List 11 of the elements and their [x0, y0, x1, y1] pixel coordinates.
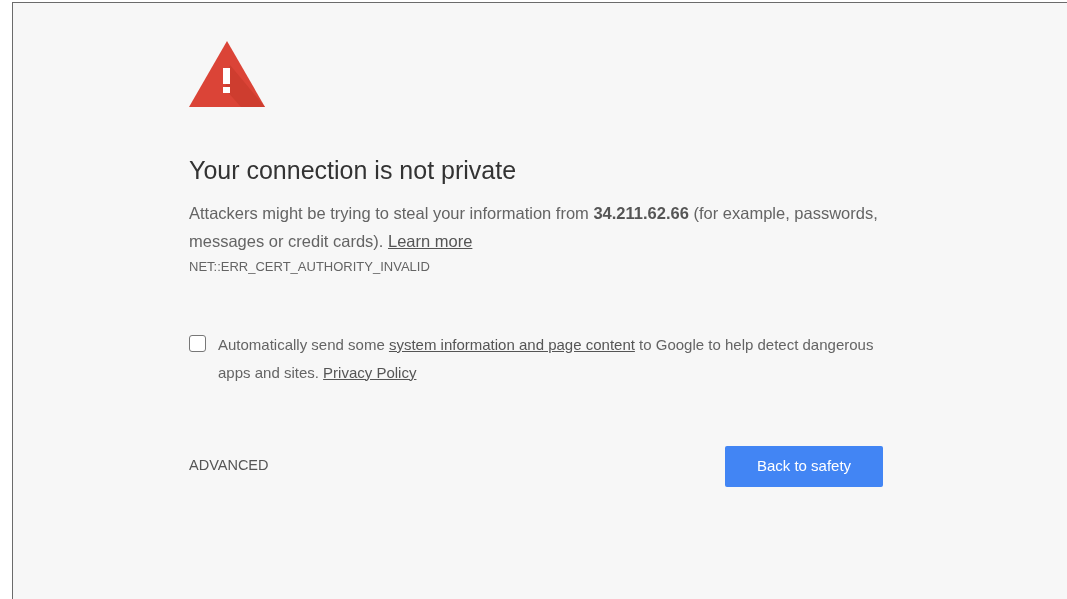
error-code: NET::ERR_CERT_AUTHORITY_INVALID	[189, 258, 431, 276]
page-heading: Your connection is not private	[189, 155, 518, 185]
back-to-safety-button[interactable]: Back to safety	[725, 445, 883, 487]
link[interactable]: Learn more	[388, 232, 473, 250]
link[interactable]: system information and page content	[388, 335, 635, 353]
warning-icon	[189, 41, 265, 107]
report-option-text: Automatically send some system information and page content to Google to help detect dangerous apps and sites. Privacy Policy	[218, 334, 875, 383]
link[interactable]: Privacy Policy	[323, 363, 417, 381]
checkbox[interactable]	[189, 334, 206, 352]
warning-message: Attackers might be trying to steal your information from 34.211.62.66 (for example, passwords, messages or credit cards). Learn more	[189, 203, 879, 252]
advanced-button[interactable]: ADVANCED	[189, 455, 269, 477]
